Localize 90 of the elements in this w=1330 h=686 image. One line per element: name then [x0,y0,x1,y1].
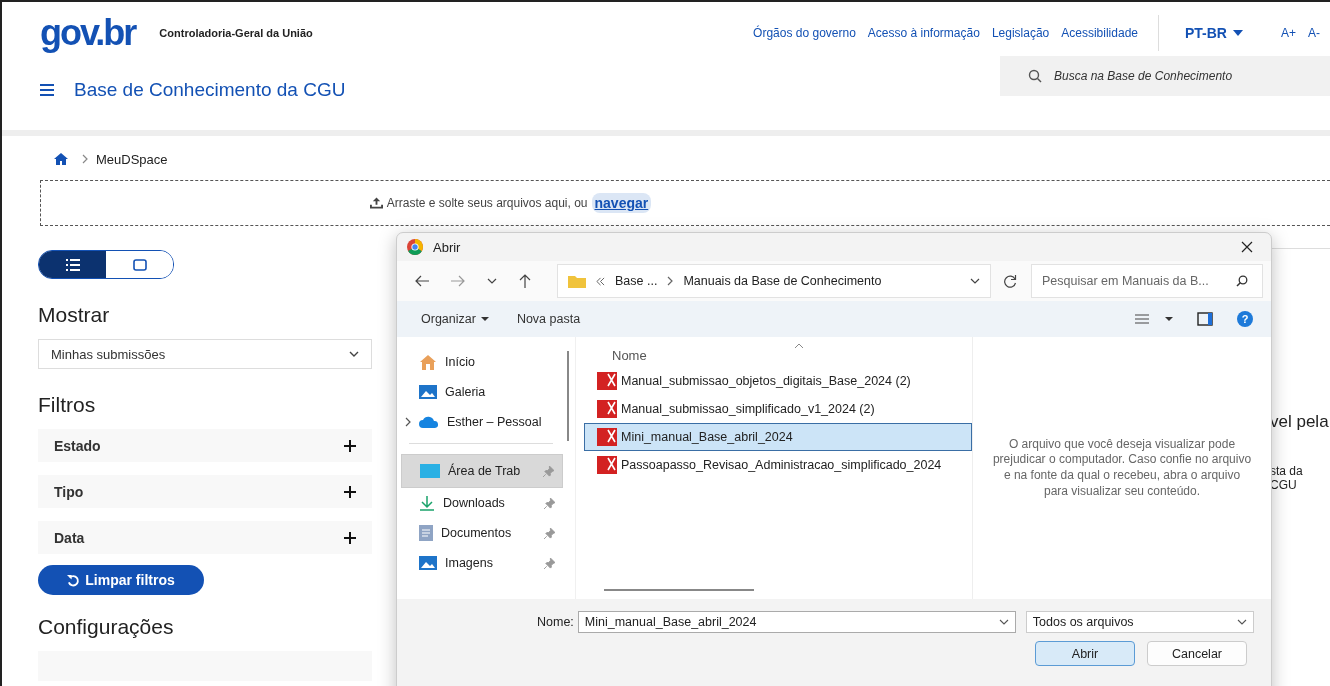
chevron-down-icon[interactable] [970,278,980,284]
file-row[interactable]: Manual_submissao_simplificado_v1_2024 (2) [584,395,972,423]
download-icon [419,495,435,511]
nav-pane-item[interactable]: Esther – Pessoal [397,407,563,437]
filter-accordion[interactable]: Data [38,521,372,554]
nav-pane-item[interactable]: Downloads [397,488,563,518]
document-icon [419,525,433,541]
open-button[interactable]: Abrir [1035,641,1135,666]
nav-pane-item[interactable]: Início [397,347,563,377]
cloud-icon [419,416,439,428]
path-segment[interactable]: Manuais da Base de Conhecimento [683,274,882,288]
pdf-file-icon [597,372,617,390]
view-toggle-button[interactable] [39,251,106,278]
header-link[interactable]: Legislação [991,26,1050,40]
section-heading: Configurações [38,615,175,639]
sort-caret-icon [794,343,804,349]
search-field[interactable]: Busca na Base de Conhecimento [1000,56,1330,96]
caret-icon [1233,30,1243,36]
language-selector[interactable]: PT-BR [1179,24,1249,42]
caret-icon[interactable] [1165,317,1173,321]
app-icon [407,239,423,255]
new-folder-button[interactable]: Nova pasta [510,312,587,326]
section-heading: Mostrar [38,303,111,327]
home-icon[interactable] [54,153,68,165]
agency-name: Controladoria-Geral da União [159,27,313,39]
house-icon [419,354,437,370]
breadcrumb-link[interactable]: MeuDSpace [96,151,168,167]
site-title: Base de Conhecimento da CGU [74,79,346,101]
back-arrow-icon[interactable] [415,275,429,287]
address-bar[interactable]: Base ... Manuais da Base de Conhecimento [557,264,991,298]
header-link[interactable]: Acesso à informação [867,26,980,40]
chevron-down-icon [349,351,359,357]
pdf-file-icon [597,400,617,418]
chevron-down-icon[interactable] [487,278,497,284]
chevron-down-icon [1236,619,1247,625]
file-name-field[interactable]: Mini_manual_Base_abril_2024 [577,611,1016,633]
header-link[interactable]: Acessibilidade [1061,26,1138,40]
nav-pane-item[interactable]: Imagens [397,548,563,578]
refresh-icon[interactable] [1003,274,1017,288]
file-row[interactable]: Mini_manual_Base_abril_2024 [584,423,972,451]
field-label: Nome: [537,615,574,629]
font-size-button[interactable]: A+ [1281,26,1296,40]
organize-menu[interactable]: Organizar [415,312,495,326]
chevron-down-icon [998,619,1009,625]
upload-icon [369,197,383,209]
preview-pane-icon[interactable] [1197,312,1213,326]
list-icon [65,258,80,271]
font-size-button[interactable]: A- [1308,26,1320,40]
menu-icon[interactable] [40,84,54,96]
browse-link[interactable]: navegar [591,193,652,213]
image-icon [419,555,437,571]
pdf-file-icon [597,456,617,474]
clear-filters-button[interactable]: Limpar filtros [38,565,204,595]
preview-message: O arquivo que você deseja visualizar pode prejudicar o computador. Caso confie no arquivo e na fonte da qual o recebeu, abra o arquivo para visualizar seu conteúdo. [991,436,1253,500]
dialog-title: Abrir [433,239,461,255]
chevron-right-icon [667,276,674,286]
column-header[interactable]: Nome [612,347,647,363]
help-button[interactable]: ? [1237,311,1253,327]
upload-dropzone[interactable]: Arraste e solte seus arquivos aqui, ou navegar [40,180,1330,226]
nav-pane-item[interactable]: Documentos [397,518,563,548]
filter-accordion[interactable]: Estado [38,429,372,462]
nav-pane-item[interactable]: Área de Trab [401,454,563,488]
show-select[interactable]: Minhas submissões [38,339,372,369]
square-icon [132,258,147,271]
close-icon[interactable] [1241,241,1253,253]
folder-icon [568,274,586,288]
nav-pane-item[interactable]: Galeria [397,377,563,407]
file-type-select[interactable]: Todos os arquivos [1025,611,1254,633]
image-icon [419,384,437,400]
dropzone-text: Arraste e solte seus arquivos aqui, ou [386,196,588,210]
search-icon [1028,69,1042,83]
desktop-icon [420,464,440,478]
cancel-button[interactable]: Cancelar [1147,641,1247,666]
file-row[interactable]: Passoapasso_Revisao_Administracao_simplificado_2024 [584,451,972,479]
header-link[interactable]: Órgãos do governo [753,26,856,40]
section-heading: Filtros [38,393,97,417]
up-arrow-icon[interactable] [519,274,531,288]
path-segment[interactable]: Base ... [615,274,658,288]
search-icon [1236,275,1248,287]
file-row[interactable]: Manual_submissao_objetos_digitais_Base_2024 (2) [584,367,972,395]
site-logo[interactable]: gov.br [40,15,136,51]
chevron-right-icon [82,154,88,164]
double-chevron-left-icon [596,276,605,286]
filter-accordion[interactable]: Tipo [38,475,372,508]
caret-icon [480,317,489,321]
pdf-file-icon [597,428,617,446]
search-field[interactable]: Pesquisar em Manuais da B... [1031,264,1263,298]
expand-chevron-icon[interactable] [405,417,411,427]
forward-arrow-icon[interactable] [451,275,465,287]
undo-icon [67,573,81,587]
